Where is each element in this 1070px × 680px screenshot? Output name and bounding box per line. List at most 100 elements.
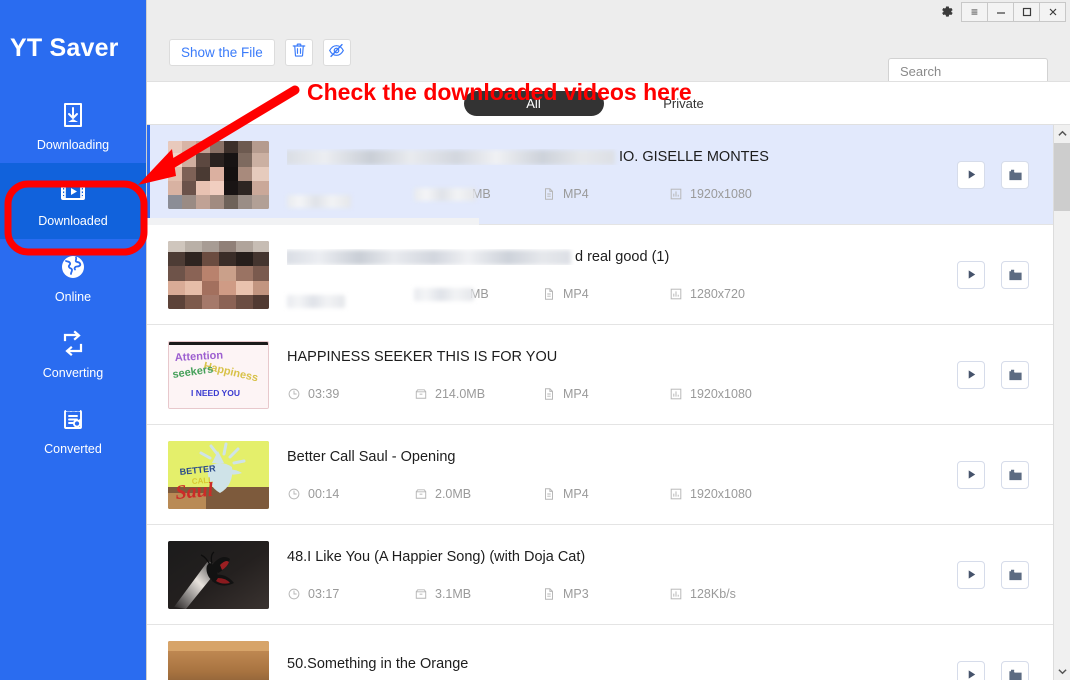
table-row[interactable]: 48.I Like You (A Happier Song) (with Doj… xyxy=(147,525,1053,625)
minimize-button[interactable] xyxy=(987,1,1014,22)
size-meta: 214.0MB xyxy=(414,387,542,401)
resolution-meta: 1920x1080 xyxy=(669,387,809,401)
document-icon xyxy=(545,387,553,400)
bar-chart-icon xyxy=(670,588,682,599)
thumbnail xyxy=(168,240,269,309)
thumbnail xyxy=(168,140,269,209)
table-row[interactable]: Attention Happiness seekers I NEED YOU H… xyxy=(147,325,1053,425)
row-actions xyxy=(957,560,1053,589)
sidebar-item-label: Converted xyxy=(44,442,102,457)
globe-icon xyxy=(56,250,90,284)
maximize-button[interactable] xyxy=(1013,1,1040,22)
redacted-size-block xyxy=(414,287,474,301)
folder-icon xyxy=(1008,569,1022,580)
table-row[interactable]: IO. GISELLE MONTES MB MP4 1920x1080 xyxy=(147,125,1053,225)
menu-button[interactable]: ≡ xyxy=(961,1,988,22)
redacted-duration-block xyxy=(287,294,345,308)
size-meta: 3.1MB xyxy=(414,587,542,601)
video-meta: 03:39 214.0MB MP4 1920x1080 xyxy=(287,387,957,401)
document-icon xyxy=(545,487,553,500)
open-folder-button[interactable] xyxy=(1001,260,1029,289)
search-input[interactable] xyxy=(898,63,1038,80)
scrollbar-thumb[interactable] xyxy=(1054,143,1070,211)
play-button[interactable] xyxy=(957,660,985,680)
folder-icon xyxy=(1008,369,1022,380)
thumbnail xyxy=(168,640,269,680)
bar-chart-icon xyxy=(670,488,682,499)
document-icon xyxy=(545,587,553,600)
sidebar-item-label: Converting xyxy=(42,366,104,381)
row-body: Better Call Saul - Opening 00:14 2.0MB M… xyxy=(269,449,957,501)
redacted-title-block xyxy=(287,249,571,265)
downloaded-list: IO. GISELLE MONTES MB MP4 1920x1080 d re… xyxy=(147,125,1053,680)
package-icon xyxy=(415,588,427,599)
scroll-down-button[interactable] xyxy=(1054,663,1070,680)
delete-button[interactable] xyxy=(284,39,313,66)
bar-chart-icon xyxy=(670,388,682,399)
vertical-scrollbar[interactable] xyxy=(1053,125,1070,680)
open-folder-button[interactable] xyxy=(1001,460,1029,489)
thumbnail: Attention Happiness seekers I NEED YOU xyxy=(168,340,269,409)
play-button[interactable] xyxy=(957,360,985,389)
tab-private[interactable]: Private xyxy=(614,91,754,116)
show-the-file-button[interactable]: Show the File xyxy=(169,39,275,66)
row-actions xyxy=(957,360,1053,389)
close-button[interactable] xyxy=(1039,1,1066,22)
table-row[interactable]: BETTER CALL Saul Better Call Saul - Open… xyxy=(147,425,1053,525)
resolution-meta: 1280x720 xyxy=(669,287,809,301)
folder-icon xyxy=(1008,469,1022,480)
filter-tabs: All Private xyxy=(147,81,1070,125)
sidebar-nav: Downloading Downloaded Online Converting… xyxy=(0,87,146,467)
sidebar-item-converting[interactable]: Converting xyxy=(0,315,146,391)
document-icon xyxy=(545,187,553,200)
open-folder-button[interactable] xyxy=(1001,160,1029,189)
resolution-meta: 1920x1080 xyxy=(669,187,809,201)
video-title: d real good (1) xyxy=(287,249,669,265)
window-titlebar: ≡ xyxy=(147,0,1070,24)
sidebar-item-converted[interactable]: Converted xyxy=(0,391,146,467)
play-icon xyxy=(968,270,975,279)
play-icon xyxy=(968,570,975,579)
format-meta: MP4 xyxy=(542,387,669,401)
video-meta: 03:17 3.1MB MP3 128Kb/s xyxy=(287,587,957,601)
yt-saver-window: YT Saver Downloading Downloaded Online C… xyxy=(0,0,1070,680)
row-actions xyxy=(957,660,1053,680)
open-folder-button[interactable] xyxy=(1001,560,1029,589)
hide-button[interactable] xyxy=(322,39,351,66)
format-meta: MP3 xyxy=(542,587,669,601)
play-button[interactable] xyxy=(957,260,985,289)
table-row[interactable]: d real good (1) MB MP4 1280x720 xyxy=(147,225,1053,325)
svg-text:Saul: Saul xyxy=(175,478,215,503)
film-play-icon xyxy=(56,174,90,208)
row-body: d real good (1) MB MP4 1280x720 xyxy=(269,249,957,308)
sidebar-item-downloaded[interactable]: Downloaded xyxy=(0,163,146,239)
thumbnail xyxy=(168,540,269,609)
package-icon xyxy=(415,388,427,399)
document-icon xyxy=(545,287,553,300)
row-progress-bar xyxy=(147,218,479,225)
bar-chart-icon xyxy=(670,288,682,299)
table-row[interactable]: 50.Something in the Orange xyxy=(147,625,1053,680)
sidebar-item-online[interactable]: Online xyxy=(0,239,146,315)
open-folder-button[interactable] xyxy=(1001,360,1029,389)
size-meta: MB xyxy=(414,287,542,301)
tab-all[interactable]: All xyxy=(463,90,604,116)
folder-icon xyxy=(1008,669,1022,680)
play-button[interactable] xyxy=(957,560,985,589)
video-title: 50.Something in the Orange xyxy=(287,655,469,672)
scroll-up-button[interactable] xyxy=(1054,125,1070,142)
play-button[interactable] xyxy=(957,460,985,489)
clock-icon xyxy=(288,588,300,599)
video-meta: 00:14 2.0MB MP4 1920x1080 xyxy=(287,487,957,501)
gear-icon[interactable] xyxy=(935,2,957,22)
chevron-up-icon xyxy=(1057,130,1067,136)
play-button[interactable] xyxy=(957,160,985,189)
video-title: IO. GISELLE MONTES xyxy=(287,149,769,165)
eye-off-icon xyxy=(328,42,345,64)
sidebar-item-downloading[interactable]: Downloading xyxy=(0,87,146,163)
open-folder-button[interactable] xyxy=(1001,660,1029,680)
bar-chart-icon xyxy=(670,188,682,199)
chevron-down-icon xyxy=(1057,669,1067,675)
folder-icon xyxy=(1008,269,1022,280)
video-title: 48.I Like You (A Happier Song) (with Doj… xyxy=(287,548,586,565)
